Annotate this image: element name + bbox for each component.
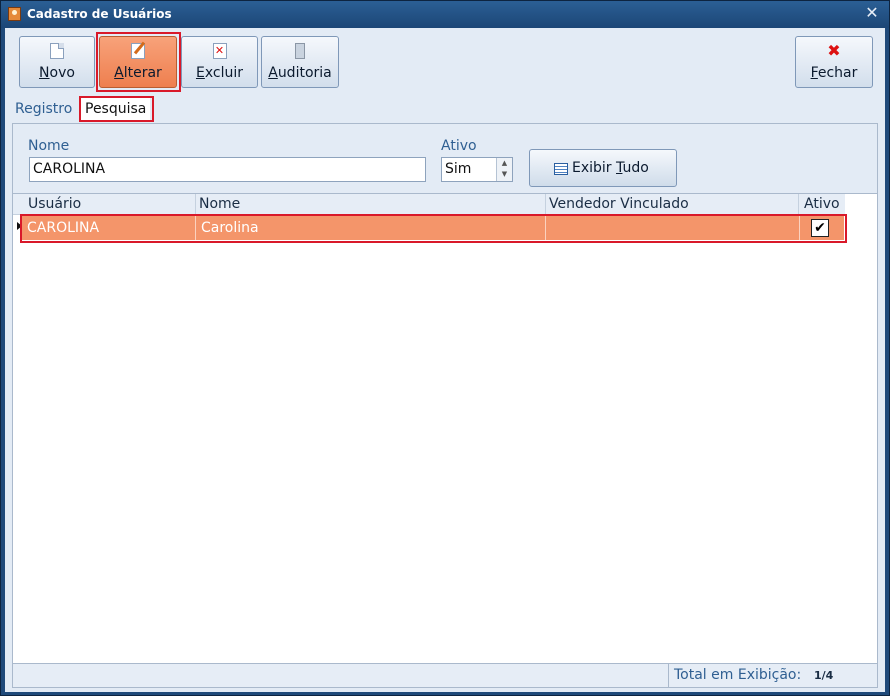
table-row[interactable]: CAROLINA Carolina ✔ [22,216,844,240]
users-grid[interactable]: Usuário Nome Vendedor Vinculado Ativo CA… [13,193,877,663]
auditoria-mnemonic: A [268,65,278,81]
fechar-label: echar [817,65,858,81]
cell-vendedor [546,216,800,240]
ativo-select[interactable]: Sim ▲ ▼ [441,157,513,182]
nome-label: Nome [28,138,70,154]
checkbox-icon[interactable]: ✔ [811,219,829,237]
col-usuario[interactable]: Usuário [28,196,81,212]
app-icon [8,7,21,21]
exibir-rest: udo [622,160,649,176]
ativo-spinner[interactable]: ▲ ▼ [496,158,512,181]
novo-label: ovo [49,65,75,81]
status-bar: Total em Exibição: 1/4 [13,663,877,688]
novo-button[interactable]: Novo [19,36,95,88]
alterar-label: lterar [123,65,162,81]
grid-header: Usuário Nome Vendedor Vinculado Ativo [13,194,845,215]
auditoria-label: uditoria [277,65,332,81]
col-vendedor[interactable]: Vendedor Vinculado [549,196,689,212]
user-registration-window: Cadastro de Usuários ✕ Novo Alterar ✕ Ex… [0,0,890,696]
col-divider [798,194,799,215]
col-divider [195,194,196,215]
tab-pesquisa[interactable]: Pesquisa [81,98,151,120]
window-title: Cadastro de Usuários [27,7,172,21]
audit-icon [295,43,305,59]
exibir-prefix: Exibir [572,160,617,176]
window-close-icon[interactable]: ✕ [863,4,881,22]
title-bar: Cadastro de Usuários ✕ [1,1,889,28]
total-label: Total em Exibição: [674,667,802,683]
cell-usuario: CAROLINA [22,216,196,240]
edit-document-icon [131,43,145,59]
alterar-button[interactable]: Alterar [99,36,177,88]
col-ativo[interactable]: Ativo [804,196,840,212]
client-area: Novo Alterar ✕ Excluir Auditoria ✖ Fecha… [5,28,885,692]
fechar-button[interactable]: ✖ Fechar [795,36,873,88]
exibir-tudo-button[interactable]: Exibir Tudo [529,149,677,187]
new-document-icon [50,43,64,59]
delete-document-icon: ✕ [212,43,227,59]
tab-registro[interactable]: Registro [11,98,76,120]
novo-mnemonic: N [39,65,50,81]
close-icon: ✖ [827,41,841,60]
col-nome[interactable]: Nome [199,196,240,212]
excluir-mnemonic: E [195,65,205,81]
tab-registro-label: Registro [15,101,73,117]
alterar-mnemonic: A [114,65,124,81]
tab-pesquisa-label: Pesquisa [85,101,147,117]
nome-search-input[interactable]: CAROLINA [29,157,426,182]
status-divider [668,664,669,688]
fechar-mnemonic: F [810,65,818,81]
col-divider [545,194,546,215]
auditoria-button[interactable]: Auditoria [261,36,339,88]
excluir-button[interactable]: ✕ Excluir [181,36,258,88]
total-value: 1/4 [814,669,834,682]
ativo-label: Ativo [441,138,477,154]
excluir-label: xcluir [204,65,243,81]
list-icon [554,163,568,175]
ativo-select-value: Sim [445,161,472,177]
pesquisa-panel: Nome CAROLINA Ativo Sim ▲ ▼ Exibir Tudo U… [12,123,878,688]
cell-nome: Carolina [196,216,546,240]
